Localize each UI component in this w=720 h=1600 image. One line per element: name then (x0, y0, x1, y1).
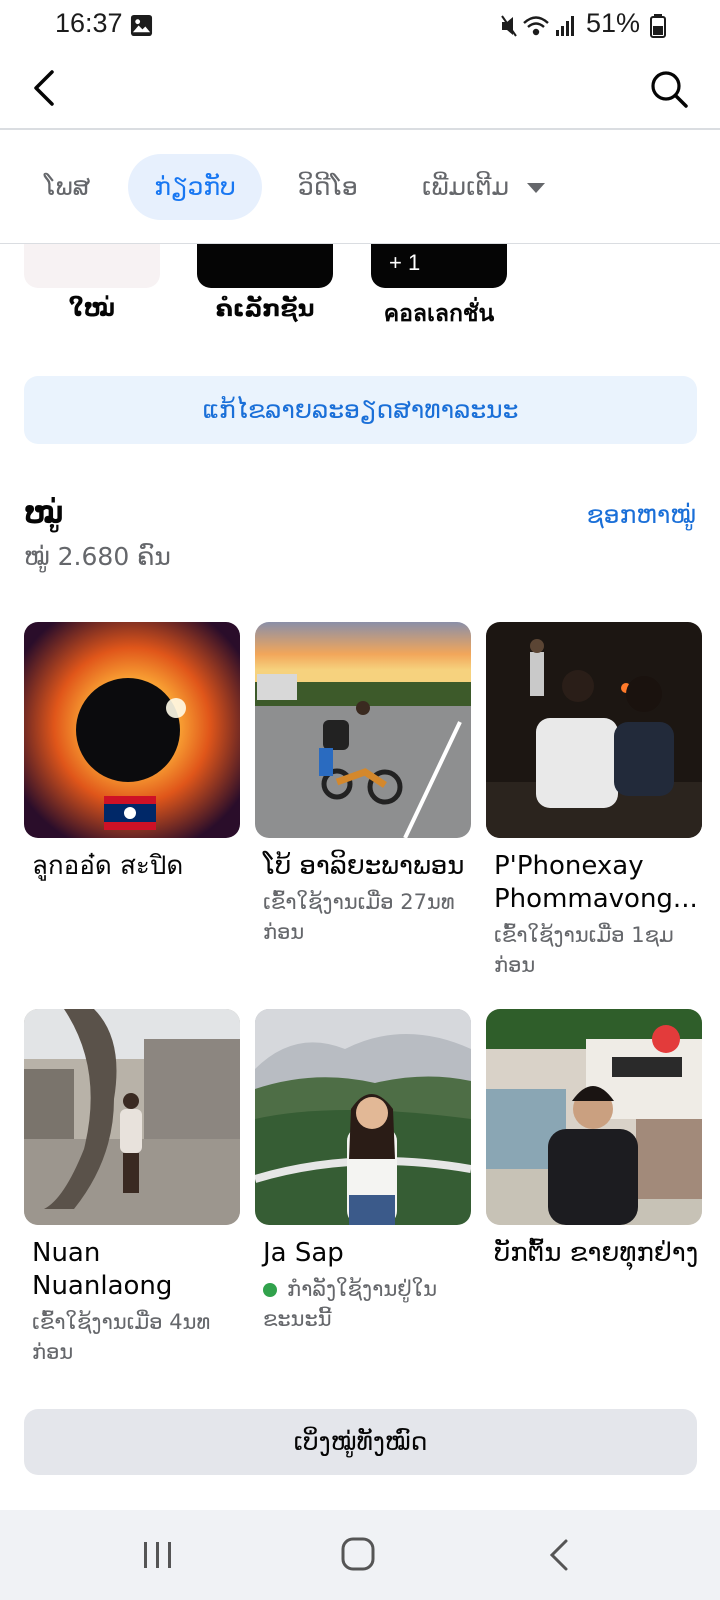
tab-posts[interactable]: ໂພສ (44, 154, 90, 220)
friend-photo-image (486, 1009, 702, 1225)
back-arrow-icon[interactable] (26, 66, 66, 110)
friend-photo-image (24, 1009, 240, 1225)
find-friends-link[interactable]: ຊອກຫາໝູ່ (587, 500, 696, 529)
tab-more[interactable]: ເພີ່ມເຕີມ (422, 154, 546, 220)
friend-name: Ja Sap (263, 1238, 344, 1268)
friends-title: ໝູ່ (24, 496, 64, 530)
system-navigation-bar (0, 1510, 720, 1600)
highlight-badge: + 1 (389, 250, 421, 275)
highlight-new-thumb[interactable] (24, 244, 160, 288)
online-dot-icon (263, 1283, 277, 1297)
battery-icon (650, 14, 666, 38)
search-icon[interactable] (648, 68, 690, 110)
profile-tabs: ໂພສ ກ່ຽວກັບ ວິດີໂອ ເພີ່ມເຕີມ (0, 130, 720, 244)
friend-name: ບັກຕົ້ນ ຂາຍທຸກຢ່າງ (494, 1238, 699, 1268)
friend-card[interactable]: Nuan Nuanlaong ເຂົ້າໃຊ້ງານເມື່ອ 4ນທ ກ່ອນ (24, 1009, 240, 1367)
highlight-collection2-thumb[interactable]: + 1 (371, 244, 507, 288)
recent-apps-icon[interactable] (140, 1540, 176, 1570)
friend-photo-image (486, 622, 702, 838)
friend-card[interactable]: Ja Sap ກຳລັງໃຊ້ງານຢູ່ໃນ ຂະນະນີ້ (255, 1009, 471, 1334)
battery-percent: 51% (585, 8, 640, 38)
friend-photo-image (255, 1009, 471, 1225)
edit-public-details-button[interactable]: ແກ້ໄຂລາຍລະອຽດສາທາລະນະ (24, 376, 697, 444)
wifi-icon (523, 16, 549, 36)
friends-count: ໝູ່ 2.680 ຄົນ (24, 542, 171, 571)
friend-photo[interactable] (486, 622, 702, 838)
friend-name: Nuan Nuanlaong (32, 1238, 173, 1301)
highlight-collection-thumb[interactable] (197, 244, 333, 288)
friend-photo-image (255, 622, 471, 838)
friend-name: ลูกออ๋ด สะปิด (32, 851, 184, 881)
friend-online-status: ກຳລັງໃຊ້ງານຢູ່ໃນ ຂະນະນີ້ (255, 1274, 471, 1334)
status-time: 16:37 (55, 8, 123, 38)
status-bar: 16:37 51% (0, 0, 720, 52)
friend-name: ໂບ້ ອາລິຍະພາພອນ (263, 851, 465, 881)
friend-last-active: ເຂົ້າໃຊ້ງານເມື່ອ 1ຊມ ກ່ອນ (494, 923, 674, 977)
friend-card[interactable]: ลูกออ๋ด สะปิด (24, 622, 240, 883)
friend-name: P'Phonexay Phommavong... (494, 851, 698, 914)
tab-more-label: ເພີ່ມເຕີມ (422, 172, 510, 201)
friend-photo[interactable] (255, 1009, 471, 1225)
signal-icon (556, 16, 574, 36)
friend-photo-image (24, 622, 240, 838)
see-all-friends-button[interactable]: ເບິ່ງໝູ່ທັງໝົດ (24, 1409, 697, 1475)
friend-photo[interactable] (24, 622, 240, 838)
caret-down-icon (527, 183, 546, 193)
tab-about[interactable]: ກ່ຽວກັບ (128, 154, 262, 220)
highlight-label: คอลเลกชั่น (383, 301, 495, 327)
friend-photo[interactable] (486, 1009, 702, 1225)
highlight-label: ຄໍເລັກຊັນ (215, 296, 315, 322)
friend-card[interactable]: P'Phonexay Phommavong... ເຂົ້າໃຊ້ງານເມື່… (486, 622, 702, 980)
friend-photo[interactable] (24, 1009, 240, 1225)
connectivity-icons (501, 15, 574, 37)
friend-photo[interactable] (255, 622, 471, 838)
nav-back-icon[interactable] (546, 1538, 572, 1572)
friend-card[interactable]: ບັກຕົ້ນ ຂາຍທຸກຢ່າງ (486, 1009, 702, 1270)
laos-flag-icon (104, 796, 156, 830)
friend-last-active: ເຂົ້າໃຊ້ງານເມື່ອ 27ນທ ກ່ອນ (263, 890, 455, 944)
friend-last-active: ເຂົ້າໃຊ້ງານເມື່ອ 4ນທ ກ່ອນ (32, 1310, 211, 1364)
top-nav (0, 52, 720, 130)
friend-card[interactable]: ໂບ້ ອາລິຍະພາພອນ ເຂົ້າໃຊ້ງານເມື່ອ 27ນທ ກ່… (255, 622, 471, 947)
tab-video[interactable]: ວິດີໂອ (298, 154, 358, 220)
mute-icon (501, 15, 517, 37)
home-icon[interactable] (340, 1536, 376, 1572)
online-status-text: ກຳລັງໃຊ້ງານຢູ່ໃນ ຂະນະນີ້ (263, 1277, 438, 1331)
image-icon (130, 14, 153, 37)
highlight-label: ໃໝ່ (68, 296, 116, 322)
